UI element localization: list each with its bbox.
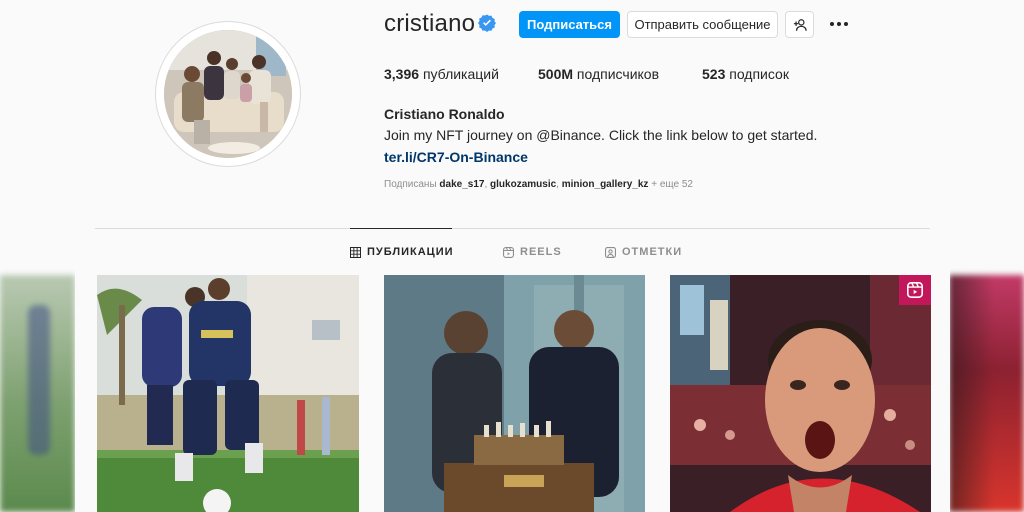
posts-label: публикаций [422, 66, 499, 82]
posts-count-stat: 3,396 публикаций [384, 66, 499, 82]
active-tab-indicator [350, 228, 452, 229]
post-thumbnail[interactable] [384, 275, 645, 512]
bio-link[interactable]: ter.li/CR7-On-Binance [384, 149, 528, 165]
followed-by-user: glukozamusic [490, 179, 557, 190]
followed-by-prefix: Подписаны [384, 179, 437, 190]
blurred-left-panel [0, 275, 75, 512]
add-person-icon [793, 18, 807, 31]
followed-by[interactable]: Подписаны dake_s17, glukozamusic, minion… [384, 179, 693, 190]
following-label: подписок [729, 66, 789, 82]
tab-tagged[interactable]: ОТМЕТКИ [605, 246, 682, 258]
reels-badge [899, 275, 931, 305]
profile-page: cristiano Подписаться Отправить сообщени… [75, 0, 950, 512]
training-photo [97, 275, 359, 512]
username: cristiano [384, 10, 476, 37]
tab-posts-label: ПУБЛИКАЦИИ [367, 246, 454, 258]
bio-text: Join my NFT journey on @Binance. Click t… [384, 127, 818, 143]
post-thumbnail[interactable] [97, 275, 359, 512]
post-thumbnail[interactable] [670, 275, 931, 512]
follow-button[interactable]: Подписаться [519, 11, 620, 38]
following-stat[interactable]: 523 подписок [702, 66, 789, 82]
reels-icon [907, 282, 923, 298]
followers-label: подписчиков [576, 66, 660, 82]
tab-posts[interactable]: ПУБЛИКАЦИИ [350, 246, 454, 258]
avatar-image [164, 30, 292, 158]
followers-count: 500M [538, 66, 574, 82]
tabs-divider [95, 228, 930, 229]
tab-tagged-label: ОТМЕТКИ [622, 246, 683, 258]
following-count: 523 [702, 66, 726, 82]
full-name: Cristiano Ronaldo [384, 106, 505, 122]
followed-by-user: dake_s17 [439, 179, 485, 190]
suggested-accounts-button[interactable] [785, 11, 814, 38]
posts-count: 3,396 [384, 66, 420, 82]
tab-reels[interactable]: REELS [503, 246, 562, 258]
celebration-reel [670, 275, 931, 512]
followers-stat[interactable]: 500M подписчиков [538, 66, 659, 82]
tagged-icon [605, 246, 616, 258]
reels-icon [503, 246, 514, 258]
grid-icon [350, 246, 361, 258]
profile-avatar[interactable] [156, 22, 300, 166]
verified-badge-icon [478, 14, 496, 32]
send-message-button[interactable]: Отправить сообщение [627, 11, 778, 38]
tab-reels-label: REELS [520, 246, 562, 258]
chess-photo [384, 275, 645, 512]
followed-by-user: minion_gallery_kz [561, 179, 649, 190]
blurred-right-panel [949, 275, 1024, 512]
followed-by-more: + еще 52 [651, 179, 693, 190]
more-options-icon[interactable] [827, 14, 851, 34]
